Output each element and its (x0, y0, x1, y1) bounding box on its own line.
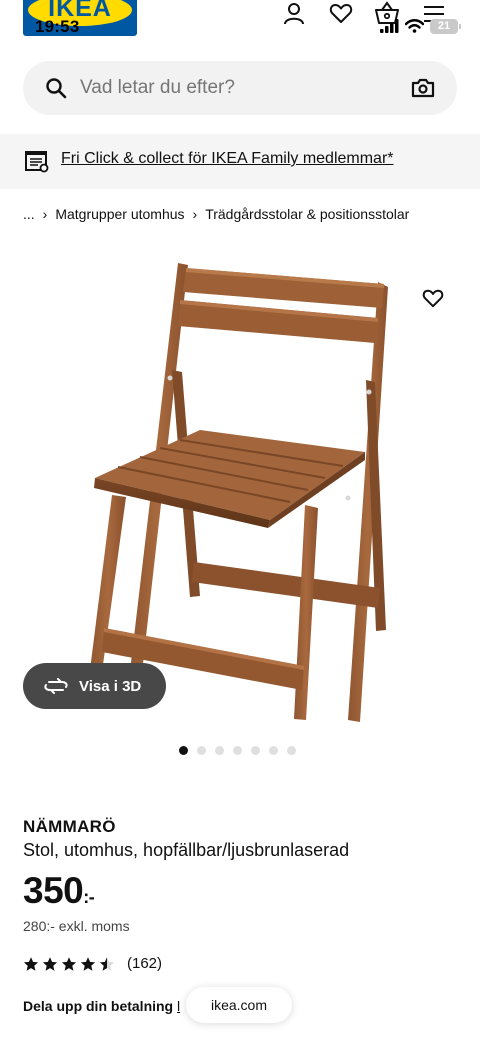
carousel-dot[interactable] (179, 746, 188, 755)
carousel-dot[interactable] (251, 746, 260, 755)
carousel-dot[interactable] (269, 746, 278, 755)
star-full-icon (23, 956, 39, 971)
carousel-dots (179, 746, 296, 755)
status-time: 19:53 (35, 17, 80, 36)
search-bar[interactable] (23, 61, 457, 115)
carousel-dot[interactable] (287, 746, 296, 755)
heart-icon[interactable] (329, 2, 353, 24)
price-suffix: :- (83, 887, 95, 907)
browser-domain-pill[interactable]: ikea.com (186, 987, 292, 1023)
installment-info: Dela upp din betalning l (23, 998, 180, 1014)
carousel-dot[interactable] (215, 746, 224, 755)
search-icon[interactable] (45, 77, 67, 99)
product-price: 350:- (23, 870, 95, 912)
status-indicators: 21 (380, 17, 461, 35)
carousel-dot[interactable] (233, 746, 242, 755)
promo-link[interactable]: Fri Click & collect för IKEA Family medl… (61, 150, 394, 168)
breadcrumb-item[interactable]: Trädgårdsstolar & positionsstolar (205, 206, 409, 222)
view-in-3d-label: Visa i 3D (79, 677, 142, 695)
star-full-icon (80, 956, 96, 971)
breadcrumb-ellipsis[interactable]: ... (23, 206, 35, 222)
wifi-icon (405, 19, 424, 33)
chevron-right-icon: › (42, 206, 48, 222)
product-name: NÄMMARÖ (23, 817, 116, 836)
rating-count[interactable]: (162) (127, 955, 162, 972)
view-in-3d-button[interactable]: Visa i 3D (23, 663, 166, 709)
header: IKEA 19:53 21 (0, 0, 480, 50)
signal-icon (380, 19, 399, 33)
rotate-3d-icon (44, 678, 68, 694)
promo-banner[interactable]: Fri Click & collect för IKEA Family medl… (0, 134, 480, 189)
favorite-heart-icon[interactable] (422, 288, 444, 308)
product-description: Stol, utomhus, hopfällbar/ljusbrunlasera… (23, 840, 350, 860)
store-icon (25, 151, 49, 173)
installment-link[interactable]: l (177, 998, 180, 1014)
user-icon[interactable] (282, 0, 306, 26)
price-excl-vat: 280:- exkl. moms (23, 918, 130, 934)
breadcrumb: ... › Matgrupper utomhus › Trädgårdsstol… (23, 204, 409, 224)
breadcrumb-item[interactable]: Matgrupper utomhus (55, 206, 184, 222)
installment-text: Dela upp din betalning (23, 998, 174, 1014)
star-half-icon (99, 956, 115, 971)
camera-icon[interactable] (411, 77, 435, 99)
star-full-icon (42, 956, 58, 971)
star-full-icon (61, 956, 77, 971)
rating[interactable]: (162) (23, 955, 162, 972)
price-value: 350 (23, 870, 84, 911)
search-input[interactable] (80, 77, 380, 99)
battery-indicator: 21 (430, 18, 461, 34)
chevron-right-icon: › (192, 206, 198, 222)
carousel-dot[interactable] (197, 746, 206, 755)
